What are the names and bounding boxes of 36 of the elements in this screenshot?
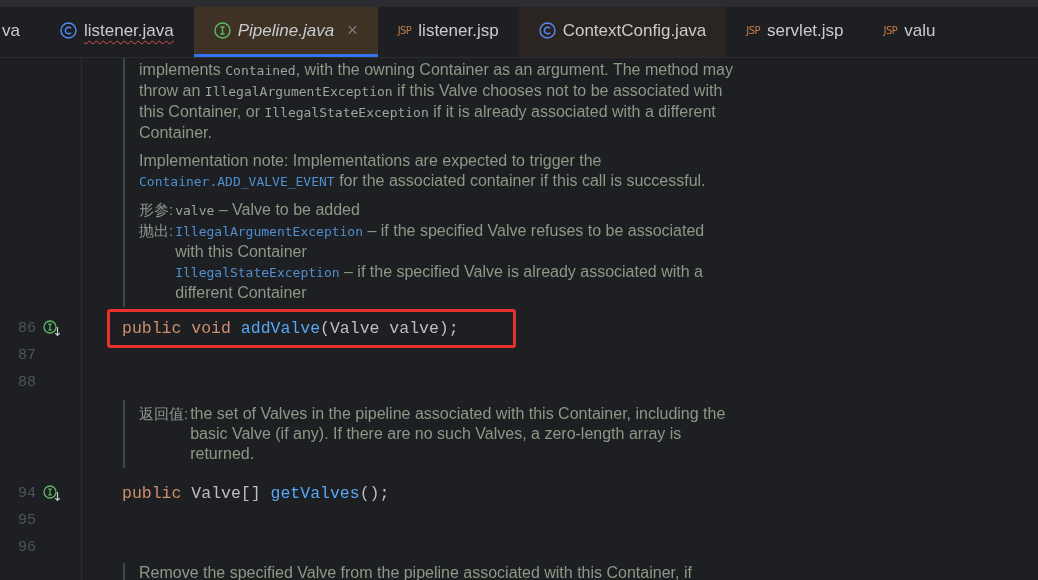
doc-paragraph: implements Contained, with the owning Container as an argument. The method may throw an IllegalArgumentException if this Valve chooses not to be associated with this Container, or IllegalStateException if it is already associated with a different Container. — [139, 60, 734, 143]
editor-tab[interactable]: ContextConfig.java — [518, 7, 727, 57]
tag-description: valve – Valve to be added — [175, 200, 361, 220]
tag-label: 形参: — [139, 200, 174, 220]
editor-tab[interactable]: Pipeline.java × — [193, 7, 378, 57]
tag-description: the set of Valves in the pipeline associated with this Container, including the basic Valve (if any). If there are no such Valves, a zero-length array is returned. — [190, 404, 727, 464]
interface-arrow-icon[interactable] — [43, 320, 62, 337]
tag-description: IllegalArgumentException – if the specified Valve refuses to be associated with this Container — [175, 221, 706, 262]
class-icon — [538, 22, 556, 39]
interface-arrow-icon[interactable] — [43, 485, 62, 502]
interface-icon — [213, 22, 231, 39]
code-line: public Valve[] getValves(); — [122, 484, 390, 503]
editor-tab[interactable]: listener.java — [39, 7, 194, 57]
doc-link[interactable]: Container. — [139, 174, 218, 189]
line-number: 96 — [17, 539, 36, 556]
editor-tab[interactable]: va — [0, 7, 40, 57]
line-number: 95 — [17, 512, 36, 529]
editor-tab[interactable]: JSP valu — [863, 7, 956, 57]
class-icon — [59, 22, 77, 39]
doc-link[interactable]: IllegalStateException — [175, 265, 340, 280]
tag-label: 抛出: — [139, 221, 174, 241]
jsp-icon: JSP — [746, 24, 760, 37]
editor-tab[interactable]: JSP servlet.jsp — [726, 7, 864, 57]
line-number: 88 — [17, 374, 36, 391]
line-number: 86 — [17, 320, 36, 337]
jsp-icon: JSP — [397, 24, 412, 37]
tag-label: 返回值: — [139, 404, 189, 424]
tag-description: IllegalStateException – if the specified Valve is already associated with a different Container — [175, 262, 704, 303]
line-number: 94 — [17, 485, 36, 502]
code-line: public void addValve(Valve valve); — [122, 319, 459, 338]
line-number: 87 — [17, 347, 36, 364]
doc-link[interactable]: ADD_VALVE_EVENT — [217, 174, 335, 189]
editor-tab[interactable]: JSP listener.jsp — [377, 7, 519, 57]
doc-link[interactable]: IllegalArgumentException — [175, 224, 363, 239]
jsp-icon: JSP — [883, 24, 898, 37]
doc-paragraph: Implementation note: Implementations are expected to trigger the Container.ADD_VALVE_EVENT for the associated container if this call is successful. — [139, 151, 707, 191]
